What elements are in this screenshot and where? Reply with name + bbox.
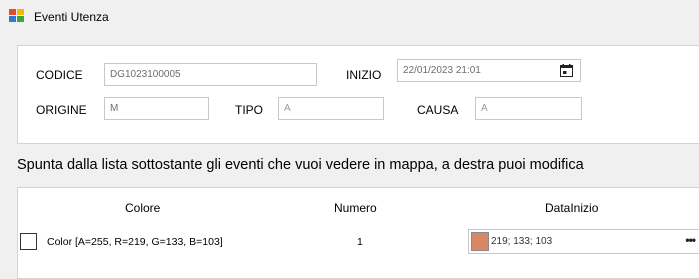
calendar-icon[interactable] bbox=[560, 64, 573, 77]
column-header-colore[interactable]: Colore bbox=[125, 201, 160, 215]
origine-field[interactable]: M bbox=[104, 97, 209, 120]
ellipsis-button[interactable]: ••• bbox=[685, 233, 696, 247]
column-header-datainizio[interactable]: DataInizio bbox=[545, 201, 598, 215]
inizio-label: INIZIO bbox=[346, 68, 382, 82]
codice-field[interactable]: DG1023100005 bbox=[104, 63, 317, 86]
color-value: 219; 133; 103 bbox=[491, 236, 553, 247]
causa-field[interactable]: A bbox=[475, 97, 582, 120]
row-checkbox[interactable] bbox=[20, 233, 37, 250]
inizio-value: 22/01/2023 21:01 bbox=[403, 65, 481, 76]
codice-label: CODICE bbox=[36, 68, 83, 82]
tipo-label: TIPO bbox=[235, 103, 264, 117]
cell-colore: Color [A=255, R=219, G=133, B=103] bbox=[47, 236, 223, 248]
title-bar: Eventi Utenza bbox=[0, 0, 699, 34]
color-swatch[interactable] bbox=[471, 232, 489, 251]
instruction-text: Spunta dalla lista sottostante gli event… bbox=[17, 157, 584, 173]
window-title: Eventi Utenza bbox=[34, 10, 109, 24]
event-details-panel: CODICE DG1023100005 INIZIO 22/01/2023 21… bbox=[17, 45, 699, 144]
origine-label: ORIGINE bbox=[36, 103, 87, 117]
color-editor[interactable]: 219; 133; 103 ••• bbox=[468, 229, 699, 254]
cell-numero: 1 bbox=[357, 236, 363, 248]
tipo-field[interactable]: A bbox=[278, 97, 384, 120]
causa-label: CAUSA bbox=[417, 103, 459, 117]
column-header-numero[interactable]: Numero bbox=[334, 201, 377, 215]
app-icon bbox=[9, 9, 24, 23]
inizio-datetime-picker[interactable]: 22/01/2023 21:01 bbox=[397, 59, 581, 82]
events-grid: Colore Numero DataInizio Color [A=255, R… bbox=[17, 187, 699, 279]
